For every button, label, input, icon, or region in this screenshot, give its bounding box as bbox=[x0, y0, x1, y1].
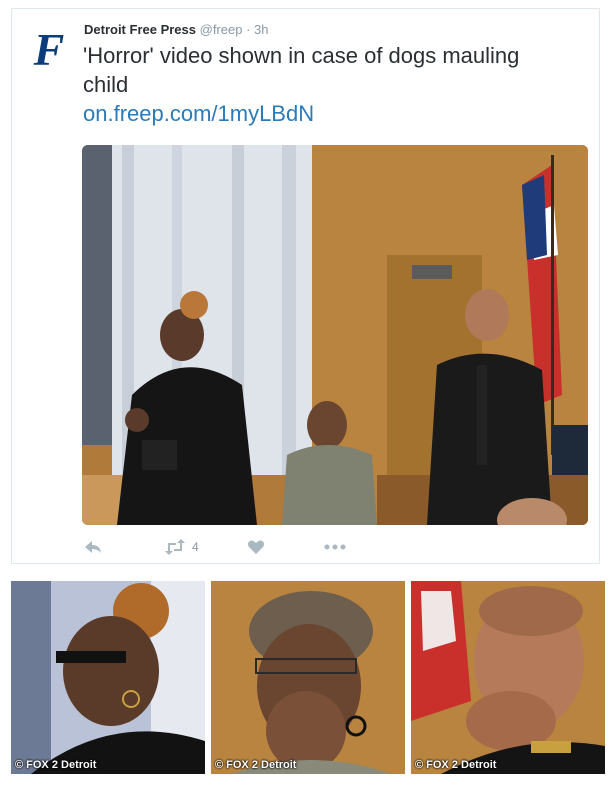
author-name[interactable]: Detroit Free Press bbox=[84, 22, 196, 37]
like-button[interactable] bbox=[247, 537, 265, 557]
retweet-count: 4 bbox=[192, 540, 199, 554]
courtroom-photo-image bbox=[82, 145, 588, 525]
thumbnail-woman-image bbox=[211, 581, 405, 774]
thumbnail-caption: © FOX 2 Detroit bbox=[15, 759, 97, 771]
courtroom-photo[interactable] bbox=[82, 145, 588, 525]
thumbnail-officer-image bbox=[411, 581, 605, 774]
more-button[interactable] bbox=[324, 537, 346, 557]
tweet-header: Detroit Free Press @freep · 3h bbox=[84, 22, 269, 37]
thumbnail-caption: © FOX 2 Detroit bbox=[215, 759, 297, 771]
reply-button[interactable] bbox=[84, 537, 102, 557]
tweet-actions: 4 bbox=[84, 537, 384, 557]
thumbnail-officer[interactable]: © FOX 2 Detroit bbox=[411, 581, 605, 774]
retweet-button[interactable]: 4 bbox=[164, 537, 199, 557]
thumbnail-judge-image bbox=[11, 581, 205, 774]
retweet-icon bbox=[165, 539, 185, 555]
author-handle[interactable]: @freep bbox=[200, 22, 243, 37]
separator: · bbox=[246, 22, 251, 37]
detroit-free-press-logo[interactable]: F bbox=[27, 24, 71, 75]
tweet-link[interactable]: on.freep.com/1myLBdN bbox=[83, 99, 563, 128]
tweet-card[interactable]: F Detroit Free Press @freep · 3h 'Horror… bbox=[11, 8, 600, 564]
tweet-text: 'Horror' video shown in case of dogs mau… bbox=[83, 41, 563, 128]
thumbnail-judge[interactable]: © FOX 2 Detroit bbox=[11, 581, 205, 774]
tweet-headline: 'Horror' video shown in case of dogs mau… bbox=[83, 43, 520, 97]
tweet-time[interactable]: 3h bbox=[254, 22, 268, 37]
reply-icon bbox=[85, 541, 101, 553]
more-icon bbox=[324, 544, 346, 550]
logo-letter: F bbox=[33, 25, 65, 73]
thumbnail-caption: © FOX 2 Detroit bbox=[415, 759, 497, 771]
thumbnail-woman[interactable]: © FOX 2 Detroit bbox=[211, 581, 405, 774]
heart-icon bbox=[248, 540, 264, 554]
